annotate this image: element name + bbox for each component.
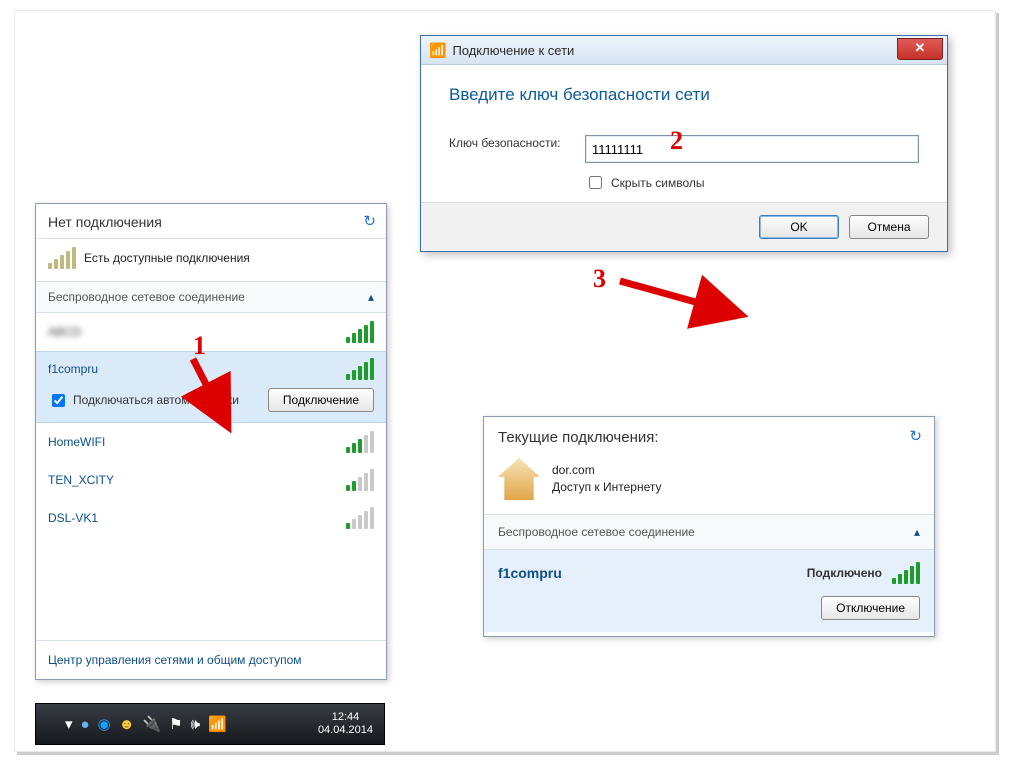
wireless-section-header[interactable]: Беспроводное сетевое соединение ▴ xyxy=(36,281,386,313)
dialog-footer: OK Отмена xyxy=(421,202,947,251)
network-status: Доступ к Интернету xyxy=(552,479,661,496)
auto-connect-wrap[interactable]: Подключаться автоматически xyxy=(48,391,239,410)
security-key-input[interactable] xyxy=(585,135,919,163)
refresh-icon[interactable]: ↻ xyxy=(363,212,376,230)
key-field-row: Ключ безопасности: xyxy=(449,135,919,163)
current-header: Текущие подключения: ↻ xyxy=(484,417,934,450)
ssid-row[interactable]: TEN_XCITY xyxy=(36,461,386,499)
popup-header: Нет подключения ↻ xyxy=(36,204,386,239)
ssid-row[interactable]: HomeWIFI xyxy=(36,423,386,461)
hide-chars-label: Скрыть символы xyxy=(611,176,705,190)
tray-icon[interactable]: ▾ xyxy=(65,715,73,733)
active-network-row: dor.com Доступ к Интернету xyxy=(484,450,934,514)
ssid-label: TEN_XCITY xyxy=(48,473,114,487)
ssid-list: ABCD f1compru Подключаться автоматически… xyxy=(36,313,386,537)
current-connections-popup: Текущие подключения: ↻ dor.com Доступ к … xyxy=(483,416,935,637)
wireless-section-label: Беспроводное сетевое соединение xyxy=(498,525,695,539)
signal-icon xyxy=(346,507,374,529)
home-network-icon xyxy=(498,458,540,500)
auto-connect-label: Подключаться автоматически xyxy=(73,393,239,407)
ssid-row-selected[interactable]: f1compru Подключаться автоматически Подк… xyxy=(36,351,386,423)
canvas: Нет подключения ↻ Есть доступные подключ… xyxy=(14,10,996,752)
annotation-3: 3 xyxy=(593,264,606,294)
cancel-button[interactable]: Отмена xyxy=(849,215,929,239)
ssid-label: HomeWIFI xyxy=(48,435,105,449)
tray-time: 12:44 xyxy=(318,711,373,724)
connection-state: Подключено xyxy=(807,566,882,580)
ssid-row-hidden[interactable]: ABCD xyxy=(36,313,386,351)
available-row: Есть доступные подключения xyxy=(36,239,386,281)
tray-icon[interactable]: ● xyxy=(81,716,90,733)
tray-icons: ▾ ● ◉ ☻ 🔌 ⚑ 🕪 📶 xyxy=(35,715,227,733)
ssid-label: f1compru xyxy=(48,362,98,376)
signal-icon xyxy=(346,431,374,453)
tray-icon[interactable]: 🕪 xyxy=(191,716,200,733)
key-field-label: Ключ безопасности: xyxy=(449,135,569,152)
popup-title: Нет подключения xyxy=(48,214,374,230)
dialog-body: Введите ключ безопасности сети Ключ безо… xyxy=(421,65,947,202)
tray-icon[interactable]: ⚑ xyxy=(169,715,182,733)
network-icon: 📶 xyxy=(429,42,446,59)
network-tray-icon[interactable]: 📶 xyxy=(208,715,227,733)
annotation-2: 2 xyxy=(670,126,683,156)
wireless-section-label: Беспроводное сетевое соединение xyxy=(48,290,245,304)
disconnect-button[interactable]: Отключение xyxy=(821,596,920,620)
dialog-title: Подключение к сети xyxy=(452,43,574,58)
tray-date: 04.04.2014 xyxy=(318,724,373,737)
tray-clock[interactable]: 12:44 04.04.2014 xyxy=(318,711,385,737)
signal-icon xyxy=(346,469,374,491)
chevron-up-icon: ▴ xyxy=(368,290,374,304)
available-label: Есть доступные подключения xyxy=(84,251,250,265)
signal-icon xyxy=(48,247,76,269)
ssid-label: f1compru xyxy=(498,565,562,581)
network-center-link[interactable]: Центр управления сетями и общим доступом xyxy=(36,640,386,679)
annotation-1: 1 xyxy=(193,331,206,361)
dialog-titlebar[interactable]: 📶 Подключение к сети ✕ xyxy=(421,36,947,65)
connect-button[interactable]: Подключение xyxy=(268,388,374,412)
ssid-row[interactable]: DSL-VK1 xyxy=(36,499,386,537)
refresh-icon[interactable]: ↻ xyxy=(909,427,922,445)
close-button[interactable]: ✕ xyxy=(897,38,943,60)
arrow-3 xyxy=(605,261,765,341)
network-name: dor.com xyxy=(552,462,661,479)
ssid-label: DSL-VK1 xyxy=(48,511,98,525)
hide-chars-checkbox[interactable] xyxy=(589,176,602,189)
tray-icon[interactable]: ☻ xyxy=(119,716,135,733)
ssid-label: ABCD xyxy=(48,325,81,339)
signal-icon xyxy=(892,562,920,584)
hide-chars-row[interactable]: Скрыть символы xyxy=(585,173,919,192)
auto-connect-checkbox[interactable] xyxy=(52,394,65,407)
security-key-dialog: 📶 Подключение к сети ✕ Введите ключ безо… xyxy=(420,35,948,252)
signal-icon xyxy=(346,321,374,343)
dialog-instruction: Введите ключ безопасности сети xyxy=(449,85,919,105)
tray-icon[interactable]: ◉ xyxy=(98,715,111,733)
wireless-section-header[interactable]: Беспроводное сетевое соединение ▴ xyxy=(484,514,934,550)
signal-icon xyxy=(346,358,374,380)
current-header-label: Текущие подключения: xyxy=(498,429,659,446)
taskbar: ▾ ● ◉ ☻ 🔌 ⚑ 🕪 📶 12:44 04.04.2014 xyxy=(35,703,385,745)
tray-icon[interactable]: 🔌 xyxy=(142,715,161,733)
ok-button[interactable]: OK xyxy=(759,215,839,239)
network-list-popup: Нет подключения ↻ Есть доступные подключ… xyxy=(35,203,387,680)
connected-ssid-row[interactable]: f1compru Подключено Отключение xyxy=(484,550,934,632)
chevron-up-icon: ▴ xyxy=(914,525,920,539)
